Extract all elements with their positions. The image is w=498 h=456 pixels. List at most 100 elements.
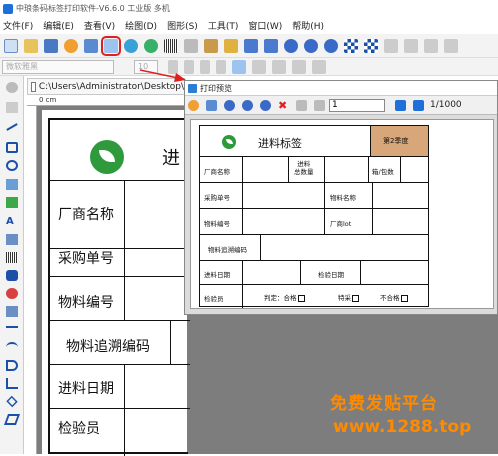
print-preview-window: 打印预览 ✖ 1 1/1000 进料标签 第2季度 厂商名称 进料 总数量 箱/…: [184, 80, 498, 315]
font-select[interactable]: 微软雅黑: [2, 59, 114, 74]
preview-title: 打印预览: [200, 83, 232, 93]
align-center-icon[interactable]: [404, 38, 418, 53]
menu-tools[interactable]: 工具(T): [208, 19, 239, 32]
text-align-right-icon[interactable]: [272, 59, 286, 74]
grid-icon[interactable]: [344, 38, 358, 53]
season-text: 第2季度: [383, 137, 409, 145]
table-row-divider: [50, 408, 190, 409]
text-tool-icon[interactable]: A: [6, 216, 18, 227]
preview-close-icon[interactable]: ✖: [278, 100, 289, 111]
underline-icon[interactable]: [200, 59, 210, 74]
data-source-icon[interactable]: [144, 38, 158, 53]
preview-settings-icon[interactable]: [188, 99, 199, 111]
polyline-tool-icon[interactable]: [6, 326, 18, 328]
design-label-table[interactable]: 进 厂商名称 采购单号 物料编号 物料追溯编码 进料日期 检验员: [48, 118, 190, 456]
select-tool-icon[interactable]: [6, 82, 18, 93]
rich-text-tool-icon[interactable]: [6, 234, 18, 245]
design-inspector-label: 检验员: [58, 421, 100, 437]
qrcode-tool-icon[interactable]: [6, 270, 18, 281]
design-po-label: 采购单号: [58, 251, 114, 267]
label-col-divider: [288, 156, 289, 182]
leaf-logo-icon: [222, 135, 236, 149]
inspector-label: 检验员: [204, 295, 224, 303]
page-number-input[interactable]: 1: [329, 98, 385, 112]
item-no-label: 物料编号: [204, 220, 230, 228]
menu-edit[interactable]: 编辑(E): [43, 19, 74, 32]
align-right-icon[interactable]: [424, 38, 438, 53]
prev-page-icon[interactable]: [314, 99, 325, 111]
menu-draw[interactable]: 绘图(D): [125, 19, 157, 32]
vertical-ruler: [27, 106, 37, 454]
print-icon[interactable]: [84, 38, 98, 53]
label-row-divider: [200, 284, 428, 285]
undo-icon[interactable]: [244, 38, 258, 53]
menu-help[interactable]: 帮助(H): [292, 19, 324, 32]
barcode-tool-icon[interactable]: [6, 252, 18, 263]
database-icon[interactable]: [124, 38, 138, 53]
copy-icon[interactable]: [204, 38, 218, 53]
preview-zoom-in-icon[interactable]: [224, 99, 235, 111]
preview-print-icon[interactable]: [206, 99, 217, 111]
angle-tool-icon[interactable]: [6, 378, 18, 389]
snap-icon[interactable]: [364, 38, 378, 53]
menu-window[interactable]: 窗口(W): [248, 19, 282, 32]
watermark-title: 免费发贴平台: [330, 394, 438, 414]
zoom-out-icon[interactable]: [304, 38, 318, 53]
rectangle-tool-icon[interactable]: [6, 142, 18, 153]
next-page-icon[interactable]: [395, 99, 406, 111]
parallelogram-tool-icon[interactable]: [3, 414, 21, 425]
special-text: 特采: [338, 294, 351, 302]
save-icon[interactable]: [44, 38, 58, 53]
table-tool-icon[interactable]: [6, 306, 18, 317]
preview-sheet: 进料标签 第2季度 厂商名称 进料 总数量 箱/包数 采购单号 物料名称 物料编…: [190, 119, 494, 309]
preview-app-icon: [188, 83, 197, 93]
horizontal-ruler: 0 cm: [27, 96, 185, 106]
diamond-tool-icon[interactable]: [6, 395, 18, 408]
menu-file[interactable]: 文件(F): [3, 19, 33, 32]
label-col-divider: [260, 234, 261, 260]
line-tool-icon[interactable]: [6, 123, 18, 131]
text-valign-icon[interactable]: [312, 59, 326, 74]
arc-tool-icon[interactable]: [6, 342, 18, 353]
text-align-center-icon[interactable]: [252, 59, 266, 74]
preview-zoom-out-icon[interactable]: [242, 99, 253, 111]
pan-tool-icon[interactable]: [6, 102, 18, 113]
preview-zoom-fit-icon[interactable]: [260, 99, 271, 111]
barcode-icon[interactable]: [164, 38, 178, 53]
first-page-icon[interactable]: [296, 99, 307, 111]
zoom-fit-icon[interactable]: [324, 38, 338, 53]
text-align-icon[interactable]: [232, 59, 246, 74]
text-justify-icon[interactable]: [292, 59, 306, 74]
watermark-url: www.1288.top: [333, 417, 472, 437]
table-row-divider: [50, 320, 190, 321]
label-row-divider: [200, 182, 428, 183]
qty-label: 进料 总数量: [294, 160, 314, 176]
menu-shape[interactable]: 图形(S): [167, 19, 198, 32]
new-icon[interactable]: [4, 38, 18, 53]
ellipse-tool-icon[interactable]: [6, 160, 18, 171]
label-row-divider: [200, 208, 428, 209]
menu-view[interactable]: 查看(V): [84, 19, 115, 32]
label-col-divider: [372, 182, 373, 234]
redo-icon[interactable]: [264, 38, 278, 53]
label-row-divider: [200, 260, 428, 261]
curve-tool-icon[interactable]: [6, 360, 18, 371]
zoom-in-icon[interactable]: [284, 38, 298, 53]
check-date-label: 检验日期: [318, 271, 344, 279]
cut-icon[interactable]: [184, 38, 198, 53]
box-label: 箱/包数: [372, 168, 394, 176]
label-col-divider: [324, 182, 325, 234]
shape-tool-icon[interactable]: [6, 288, 18, 299]
document-path: C:\Users\Administrator\Desktop\: [38, 81, 184, 92]
settings-icon[interactable]: [64, 38, 78, 53]
picture-tool-icon[interactable]: [6, 197, 18, 208]
open-icon[interactable]: [24, 38, 38, 53]
align-top-icon[interactable]: [444, 38, 458, 53]
align-left-icon[interactable]: [384, 38, 398, 53]
print-preview-icon[interactable]: [101, 35, 121, 56]
special-checkbox: [352, 294, 359, 302]
image-tool-icon[interactable]: [6, 179, 18, 190]
paste-icon[interactable]: [224, 38, 238, 53]
strike-icon[interactable]: [216, 59, 226, 74]
last-page-icon[interactable]: [413, 99, 424, 111]
